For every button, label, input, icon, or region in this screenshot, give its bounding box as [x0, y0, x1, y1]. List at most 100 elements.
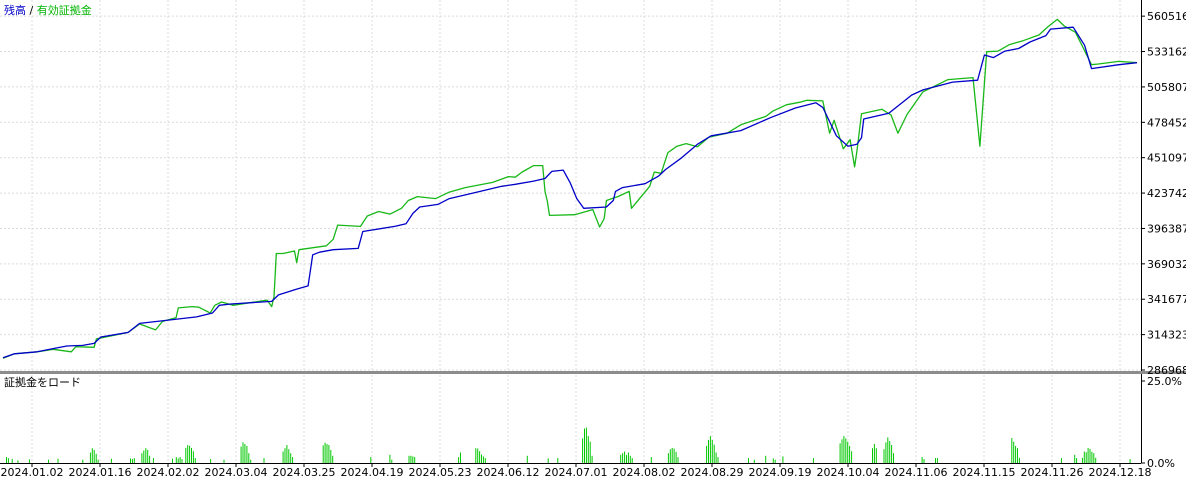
margin-load-bar [89, 452, 91, 463]
margin-load-bar [711, 440, 713, 463]
margin-load-bar [141, 453, 143, 463]
time-tick-label: 2024.08.29 [681, 466, 744, 479]
margin-load-bar [591, 455, 593, 463]
price-axis: 560516 533162 505807 478452 451097 423742 3963… [1141, 10, 1186, 377]
margin-load-bar [624, 451, 626, 463]
margin-load-bar [391, 459, 393, 463]
margin-load-bar [93, 449, 95, 463]
margin-load-bar [1095, 457, 1097, 463]
margin-load-bar [210, 459, 212, 463]
margin-load-bar [324, 442, 326, 463]
time-tick-label: 2024.04.19 [341, 466, 404, 479]
pane-separator[interactable] [0, 371, 1186, 374]
margin-load-bar [284, 448, 286, 463]
margin-load-bar [626, 455, 627, 463]
margin-load-bar [873, 444, 875, 463]
margin-load-bar [290, 453, 292, 463]
margin-load-bar [223, 459, 225, 463]
margin-load-bar [921, 457, 923, 463]
time-tick-label: 2024.02.02 [137, 466, 200, 479]
margin-load-bar [149, 455, 151, 463]
margin-load-bar [370, 457, 372, 463]
time-tick-label: 2024.07.01 [545, 466, 608, 479]
margin-load-bar [484, 458, 486, 463]
margin-load-bar [893, 453, 894, 463]
balance-line [2, 26, 1138, 359]
margin-load-bar [143, 450, 145, 463]
margin-load-bar [526, 455, 528, 463]
time-tick-label: 2024.11.15 [953, 466, 1016, 479]
percent-tick-label: 25.0% [1147, 375, 1182, 388]
margin-load-bar [923, 459, 925, 463]
price-tick-label: 341677 [1147, 293, 1186, 306]
margin-load-bar [851, 451, 853, 463]
margin-load-bar [177, 458, 179, 463]
margin-load-bar [412, 456, 414, 463]
margin-load-bar [631, 458, 633, 463]
margin-load-bar [57, 458, 59, 463]
margin-load-bar [248, 453, 250, 463]
margin-load-bar [408, 455, 410, 463]
margin-load-bar [82, 459, 84, 463]
balance-title: 残高 [4, 3, 26, 17]
margin-load-bar [481, 454, 482, 463]
margin-load-bar [713, 444, 715, 463]
margin-load-bar [774, 459, 776, 463]
margin-load-bar [250, 459, 252, 463]
strategy-tester-chart: 560516 533162 505807 478452 451097 423742 3963… [0, 0, 1186, 480]
margin-load-bar [475, 448, 477, 463]
margin-load-bar [1093, 453, 1095, 463]
margin-load-bar [28, 459, 30, 463]
margin-load-bar [48, 459, 49, 463]
price-tick-label: 396387 [1147, 222, 1186, 235]
margin-load-bar [935, 458, 936, 463]
margin-load-bar [110, 458, 112, 463]
margin-load-bar [477, 448, 479, 463]
margin-load-bar [709, 436, 711, 463]
margin-load-bar [185, 447, 187, 463]
margin-load-bar [410, 455, 412, 463]
margin-load-bar [891, 445, 893, 463]
margin-load-bar [292, 457, 294, 463]
margin-load-bar [584, 428, 585, 463]
margin-load-bar [1017, 448, 1018, 463]
margin-load-bar [812, 458, 814, 463]
margin-load-bar [332, 455, 334, 463]
price-tick-label: 451097 [1147, 152, 1186, 165]
margin-load-bar [286, 445, 288, 463]
margin-load-bar [330, 449, 332, 463]
price-tick-label: 478452 [1147, 116, 1186, 129]
margin-load-bar [847, 441, 849, 463]
margin-load-bar [192, 451, 194, 463]
time-axis: 2024.01.02 2024.01.16 2024.02.02 2024.03.04… [1, 463, 1151, 479]
margin-load-bar [887, 437, 889, 463]
margin-load-bar [585, 427, 587, 463]
equity-title: 有効証拠金 [37, 3, 92, 17]
time-tick-label: 2024.01.02 [1, 466, 64, 479]
margin-load-bar [753, 459, 755, 463]
price-tick-label: 533162 [1147, 46, 1186, 59]
margin-load-bar [242, 442, 244, 463]
margin-load-bar [582, 438, 584, 463]
margin-load-bar [1013, 441, 1015, 463]
margin-load-bar [1018, 457, 1020, 463]
margin-load-bar [717, 457, 719, 463]
price-tick-label: 369032 [1147, 258, 1186, 271]
time-tick-label: 2024.11.26 [1021, 466, 1084, 479]
margin-load-bar [748, 458, 749, 463]
margin-load-bar [246, 445, 248, 463]
margin-load-bar [482, 456, 484, 463]
margin-load-bar [17, 460, 19, 463]
price-tick-label: 505807 [1147, 81, 1186, 94]
margin-load-bar [240, 446, 242, 463]
margin-load-bar [1089, 448, 1091, 463]
title-separator: / [26, 4, 37, 17]
margin-load-bar [667, 453, 669, 463]
time-tick-label: 2024.08.02 [613, 466, 676, 479]
margin-load-bar [131, 459, 133, 463]
margin-load-bar [189, 445, 191, 463]
margin-load-bar [1011, 438, 1013, 463]
margin-load-bar [885, 442, 887, 463]
margin-load-bar [91, 448, 93, 463]
margin-load-bar [1085, 452, 1087, 463]
